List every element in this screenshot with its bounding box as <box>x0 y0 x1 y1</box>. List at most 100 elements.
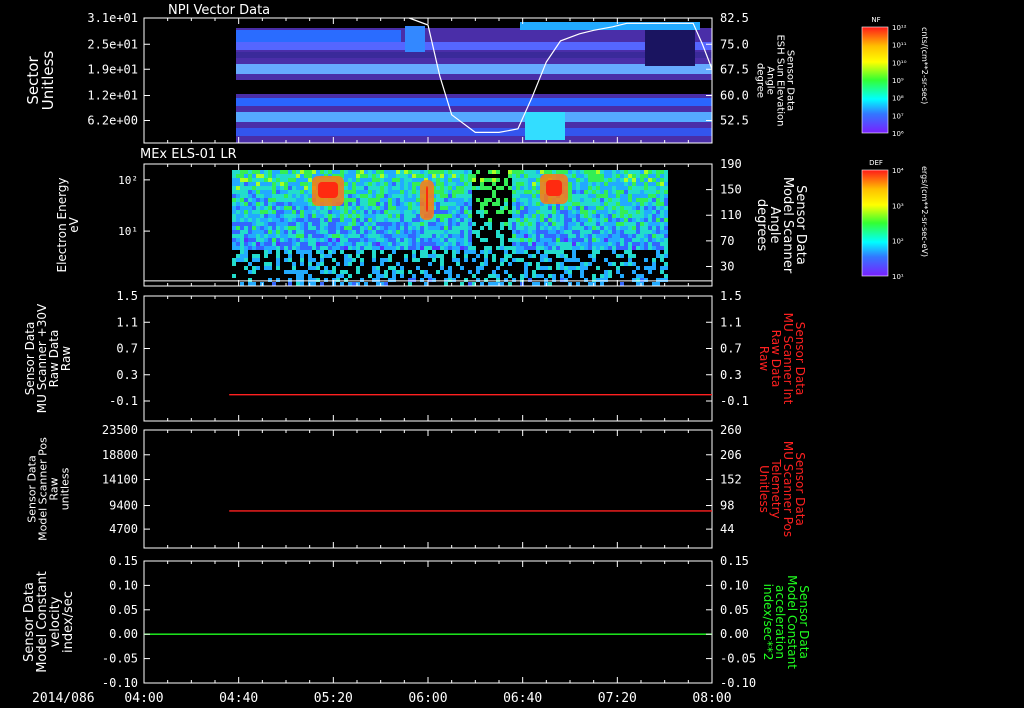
els-cell <box>588 254 592 258</box>
els-cell <box>432 218 436 222</box>
els-cell <box>616 170 620 174</box>
els-cell <box>272 210 276 214</box>
els-cell <box>588 222 592 226</box>
els-cell <box>596 246 600 250</box>
els-cell <box>588 206 592 210</box>
els-cell <box>348 234 352 238</box>
els-cell <box>604 218 608 222</box>
ytick-label: 18800 <box>102 448 138 462</box>
els-cell <box>348 238 352 242</box>
els-cell <box>372 182 376 186</box>
els-cell <box>368 210 372 214</box>
els-cell <box>608 218 612 222</box>
els-cell <box>528 254 532 258</box>
els-cell <box>404 242 408 246</box>
els-cell <box>372 210 376 214</box>
els-cell <box>400 206 404 210</box>
els-cell <box>460 230 464 234</box>
els-cell <box>388 214 392 218</box>
els-cell <box>328 238 332 242</box>
els-cell <box>584 242 588 246</box>
els-cell <box>652 246 656 250</box>
els-cell <box>372 194 376 198</box>
els-cell <box>272 218 276 222</box>
els-cell <box>408 178 412 182</box>
els-cell <box>272 190 276 194</box>
els-cell <box>260 246 264 250</box>
els-cell <box>644 202 648 206</box>
els-cell <box>632 246 636 250</box>
els-cell <box>392 250 396 254</box>
els-cell <box>404 186 408 190</box>
els-cell <box>596 226 600 230</box>
els-cell <box>476 170 480 174</box>
els-cell <box>536 174 540 178</box>
els-cell <box>348 206 352 210</box>
els-cell <box>408 230 412 234</box>
els-cell <box>264 190 268 194</box>
els-cell <box>516 214 520 218</box>
ytick-label: 0.3 <box>116 368 138 382</box>
els-cell <box>412 230 416 234</box>
els-cell <box>236 234 240 238</box>
els-cell <box>464 214 468 218</box>
els-cell <box>648 226 652 230</box>
y2tick-label: 60.0 <box>720 89 749 103</box>
els-cell <box>576 174 580 178</box>
els-cell <box>580 218 584 222</box>
els-cell <box>488 218 492 222</box>
els-cell <box>608 262 612 266</box>
els-cell <box>616 206 620 210</box>
els-cell <box>460 198 464 202</box>
els-cell <box>628 230 632 234</box>
els-cell <box>300 250 304 254</box>
els-cell <box>400 238 404 242</box>
els-cell <box>652 262 656 266</box>
els-cell <box>524 182 528 186</box>
els-cell <box>344 206 348 210</box>
els-cell <box>476 254 480 258</box>
els-cell <box>544 250 548 254</box>
els-cell <box>448 174 452 178</box>
colorbar-def: DEF 10⁴10³10²10¹ ergs/(cm**2-sr-sec-eV) <box>861 159 929 281</box>
els-cell <box>468 170 472 174</box>
els-cell <box>544 278 548 282</box>
time-tick-label: 06:00 <box>408 691 447 706</box>
els-cell <box>280 178 284 182</box>
els-cell <box>292 174 296 178</box>
els-cell <box>540 246 544 250</box>
els-cell <box>356 238 360 242</box>
els-cell <box>600 186 604 190</box>
els-cell <box>632 234 636 238</box>
els-cell <box>320 250 324 254</box>
els-cell <box>580 170 584 174</box>
els-cell <box>444 246 448 250</box>
els-cell <box>388 186 392 190</box>
els-cell <box>384 222 388 226</box>
els-cell <box>528 202 532 206</box>
els-cell <box>516 174 520 178</box>
els-cell <box>652 174 656 178</box>
els-cell <box>560 254 564 258</box>
els-cell <box>628 174 632 178</box>
els-cell <box>592 258 596 262</box>
els-cell <box>572 266 576 270</box>
els-cell <box>284 250 288 254</box>
els-cell <box>440 218 444 222</box>
els-cell <box>600 170 604 174</box>
els-cell <box>628 214 632 218</box>
els-cell <box>320 214 324 218</box>
els-cell <box>300 186 304 190</box>
els-cell <box>504 206 508 210</box>
els-cell <box>636 278 640 282</box>
els-cell <box>500 238 504 242</box>
els-cell <box>268 230 272 234</box>
els-cell <box>296 206 300 210</box>
els-cell <box>240 218 244 222</box>
els-cell <box>412 214 416 218</box>
els-cell <box>572 258 576 262</box>
els-cell <box>620 174 624 178</box>
els-cell <box>344 218 348 222</box>
els-cell <box>588 194 592 198</box>
els-cell <box>660 222 664 226</box>
